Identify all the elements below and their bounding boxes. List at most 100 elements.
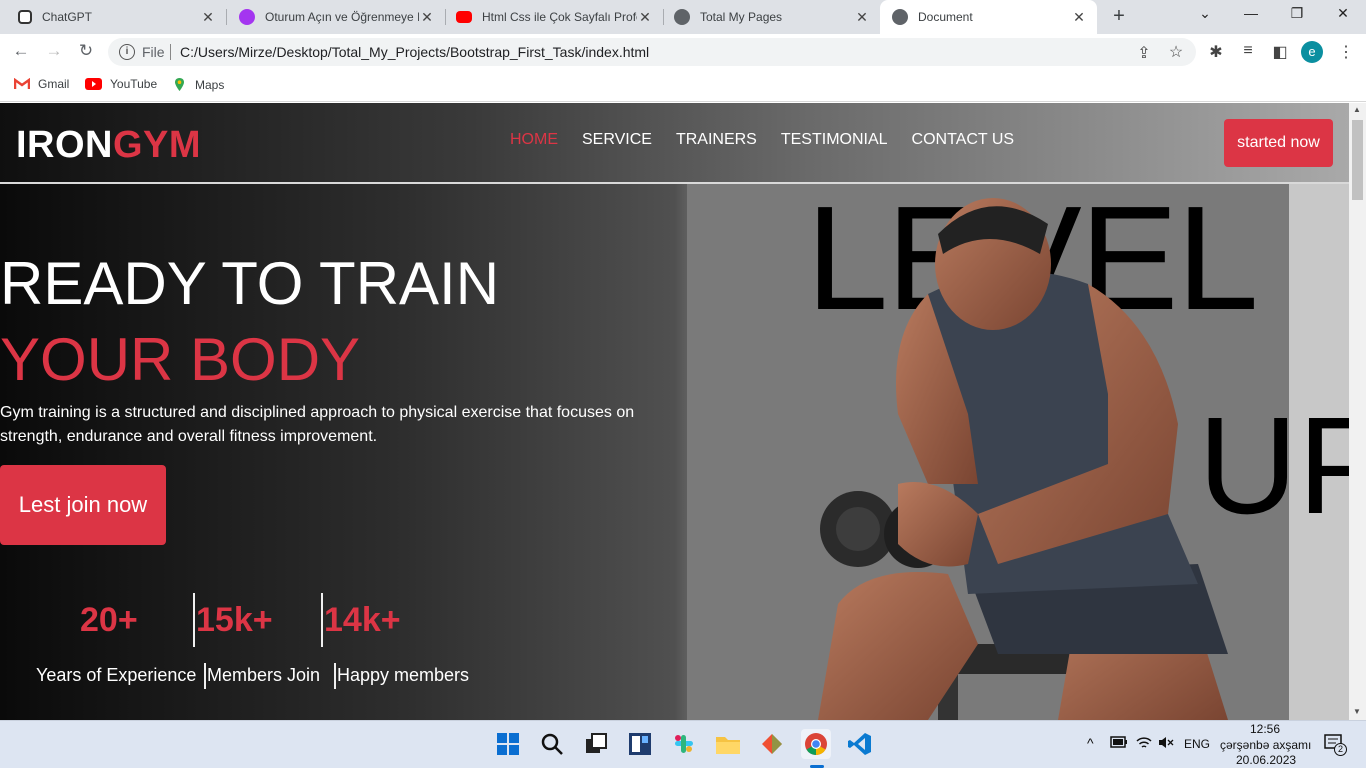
scroll-down-icon[interactable]: ▼ [1353,707,1361,716]
stat-value: 14k+ [324,601,401,639]
site-info-icon[interactable]: i [119,44,135,60]
share-icon[interactable]: ⇪ [1134,43,1154,63]
separator [170,44,171,60]
volume-muted-icon[interactable] [1158,736,1174,752]
stat-label: Happy members [337,665,470,685]
tab-udemy[interactable]: Oturum Açın ve Öğrenmeye Başlayın ✕ [227,0,445,34]
tab-total-my-pages[interactable]: Total My Pages ✕ [664,0,880,34]
address-bar[interactable]: i File C:/Users/Mirze/Desktop/Total_My_P… [108,38,1196,66]
hero-description: Gym training is a structured and discipl… [0,404,635,445]
battery-icon[interactable] [1110,736,1128,751]
tab-title: Total My Pages [700,10,783,24]
tab-title: ChatGPT [42,10,93,24]
close-window-icon[interactable]: ✕ [1333,5,1353,22]
scrollbar-thumb[interactable] [1352,120,1363,200]
close-tab-icon[interactable]: ✕ [200,9,216,26]
stat-value: 15k+ [196,601,273,639]
join-now-button[interactable]: Lest join now [0,465,166,545]
globe-icon [892,9,908,25]
browser-tab-strip: ChatGPT ✕ Oturum Açın ve Öğrenmeye Başla… [0,0,1366,34]
tab-chatgpt[interactable]: ChatGPT ✕ [0,0,226,34]
tab-search-icon[interactable]: ⌄ [1195,5,1215,22]
search-icon[interactable] [537,729,567,759]
profile-avatar[interactable]: e [1301,41,1323,63]
slack-icon[interactable] [669,729,699,759]
bookmarks-bar: Gmail YouTube Maps [0,70,1366,102]
close-tab-icon[interactable]: ✕ [419,9,435,26]
tab-title: Oturum Açın ve Öğrenmeye Başlayın [265,10,419,24]
stat-label: Years of Experience [36,665,197,685]
brand-part-2: GYM [113,124,202,166]
tab-title: Html Css ile Çok Sayfalı Profesyonel [482,10,637,24]
close-tab-icon[interactable]: ✕ [1071,9,1087,26]
site-navbar: IRONGYM HOME SERVICE TRAINERS TESTIMONIA… [0,103,1349,184]
tab-document[interactable]: Document ✕ [880,0,1097,34]
brand-part-1: IRON [16,124,113,166]
clock-day[interactable]: çərşənbə axşamı [1220,738,1311,752]
new-tab-button[interactable]: + [1108,5,1130,28]
stat-divider [334,663,336,689]
notifications-icon[interactable]: 2 [1324,734,1347,756]
bookmark-youtube[interactable]: YouTube [85,77,157,91]
gmail-icon [14,78,30,89]
url-text[interactable]: C:/Users/Mirze/Desktop/Total_My_Projects… [180,44,649,60]
git-icon[interactable] [757,729,787,759]
scroll-up-icon[interactable]: ▲ [1353,105,1361,114]
close-tab-icon[interactable]: ✕ [637,9,653,26]
media-control-icon[interactable]: ≡ [1238,42,1258,60]
started-now-button[interactable]: started now [1224,119,1333,167]
bookmark-label: Gmail [38,77,70,91]
browser-toolbar: ← → ↻ i File C:/Users/Mirze/Desktop/Tota… [0,34,1366,70]
notification-count: 2 [1334,743,1347,756]
hero-headline: READY TO TRAIN [0,250,500,317]
brand-logo[interactable]: IRONGYM [16,124,201,167]
chrome-icon[interactable] [801,729,831,768]
stat-value: 20+ [80,601,138,639]
chatgpt-icon [18,10,32,24]
youtube-icon [85,78,102,90]
wifi-icon[interactable] [1136,736,1152,752]
vscode-icon[interactable] [845,729,875,759]
nav-home[interactable]: HOME [510,131,558,149]
clock-time[interactable]: 12:56 [1250,722,1280,736]
stat-divider [193,593,195,647]
side-panel-icon[interactable]: ◧ [1270,42,1290,62]
task-view-icon[interactable] [581,729,611,759]
restore-icon[interactable]: ❐ [1287,5,1307,22]
show-hidden-icons[interactable]: ^ [1087,735,1094,751]
tab-title: Document [918,10,973,24]
nav-trainers[interactable]: TRAINERS [676,131,757,149]
maps-icon [175,78,184,91]
clock-date[interactable]: 20.06.2023 [1236,753,1296,767]
nav-service[interactable]: SERVICE [582,131,652,149]
scheme-label: File [142,44,165,60]
bookmark-gmail[interactable]: Gmail [14,77,69,91]
windows-taskbar: ^ ENG 12:56 çərşənbə axşamı 20.06.2023 2 [0,720,1366,768]
udemy-icon [239,9,255,25]
extensions-icon[interactable]: ✱ [1206,42,1226,62]
reload-icon[interactable]: ↻ [75,41,97,61]
nav-testimonial[interactable]: TESTIMONIAL [781,131,888,149]
widgets-icon[interactable] [625,729,655,759]
nav-contact-us[interactable]: CONTACT US [912,131,1015,149]
stat-label: Members Join [207,665,321,685]
bookmark-maps[interactable]: Maps [172,77,224,92]
forward-icon[interactable]: → [43,41,65,61]
back-icon[interactable]: ← [10,41,32,61]
windows-start-icon[interactable] [493,729,523,759]
tab-youtube[interactable]: Html Css ile Çok Sayfalı Profesyonel ✕ [446,0,663,34]
language-indicator[interactable]: ENG [1184,737,1210,751]
youtube-icon [456,11,472,23]
bookmark-label: YouTube [110,77,158,91]
nav-links: HOME SERVICE TRAINERS TESTIMONIAL CONTAC… [510,131,1038,149]
bookmark-star-icon[interactable]: ☆ [1166,42,1186,62]
menu-icon[interactable]: ⋮ [1336,42,1356,62]
globe-icon [674,9,690,25]
hero-headline-accent: YOUR BODY [0,326,361,393]
close-tab-icon[interactable]: ✕ [854,9,870,26]
page-scrollbar[interactable]: ▲ ▼ [1349,103,1366,720]
minimize-icon[interactable]: — [1241,5,1261,21]
page-viewport: LEVEL UP IRONGYM HOME [0,103,1349,720]
file-explorer-icon[interactable] [713,729,743,759]
bookmark-label: Maps [195,77,225,92]
